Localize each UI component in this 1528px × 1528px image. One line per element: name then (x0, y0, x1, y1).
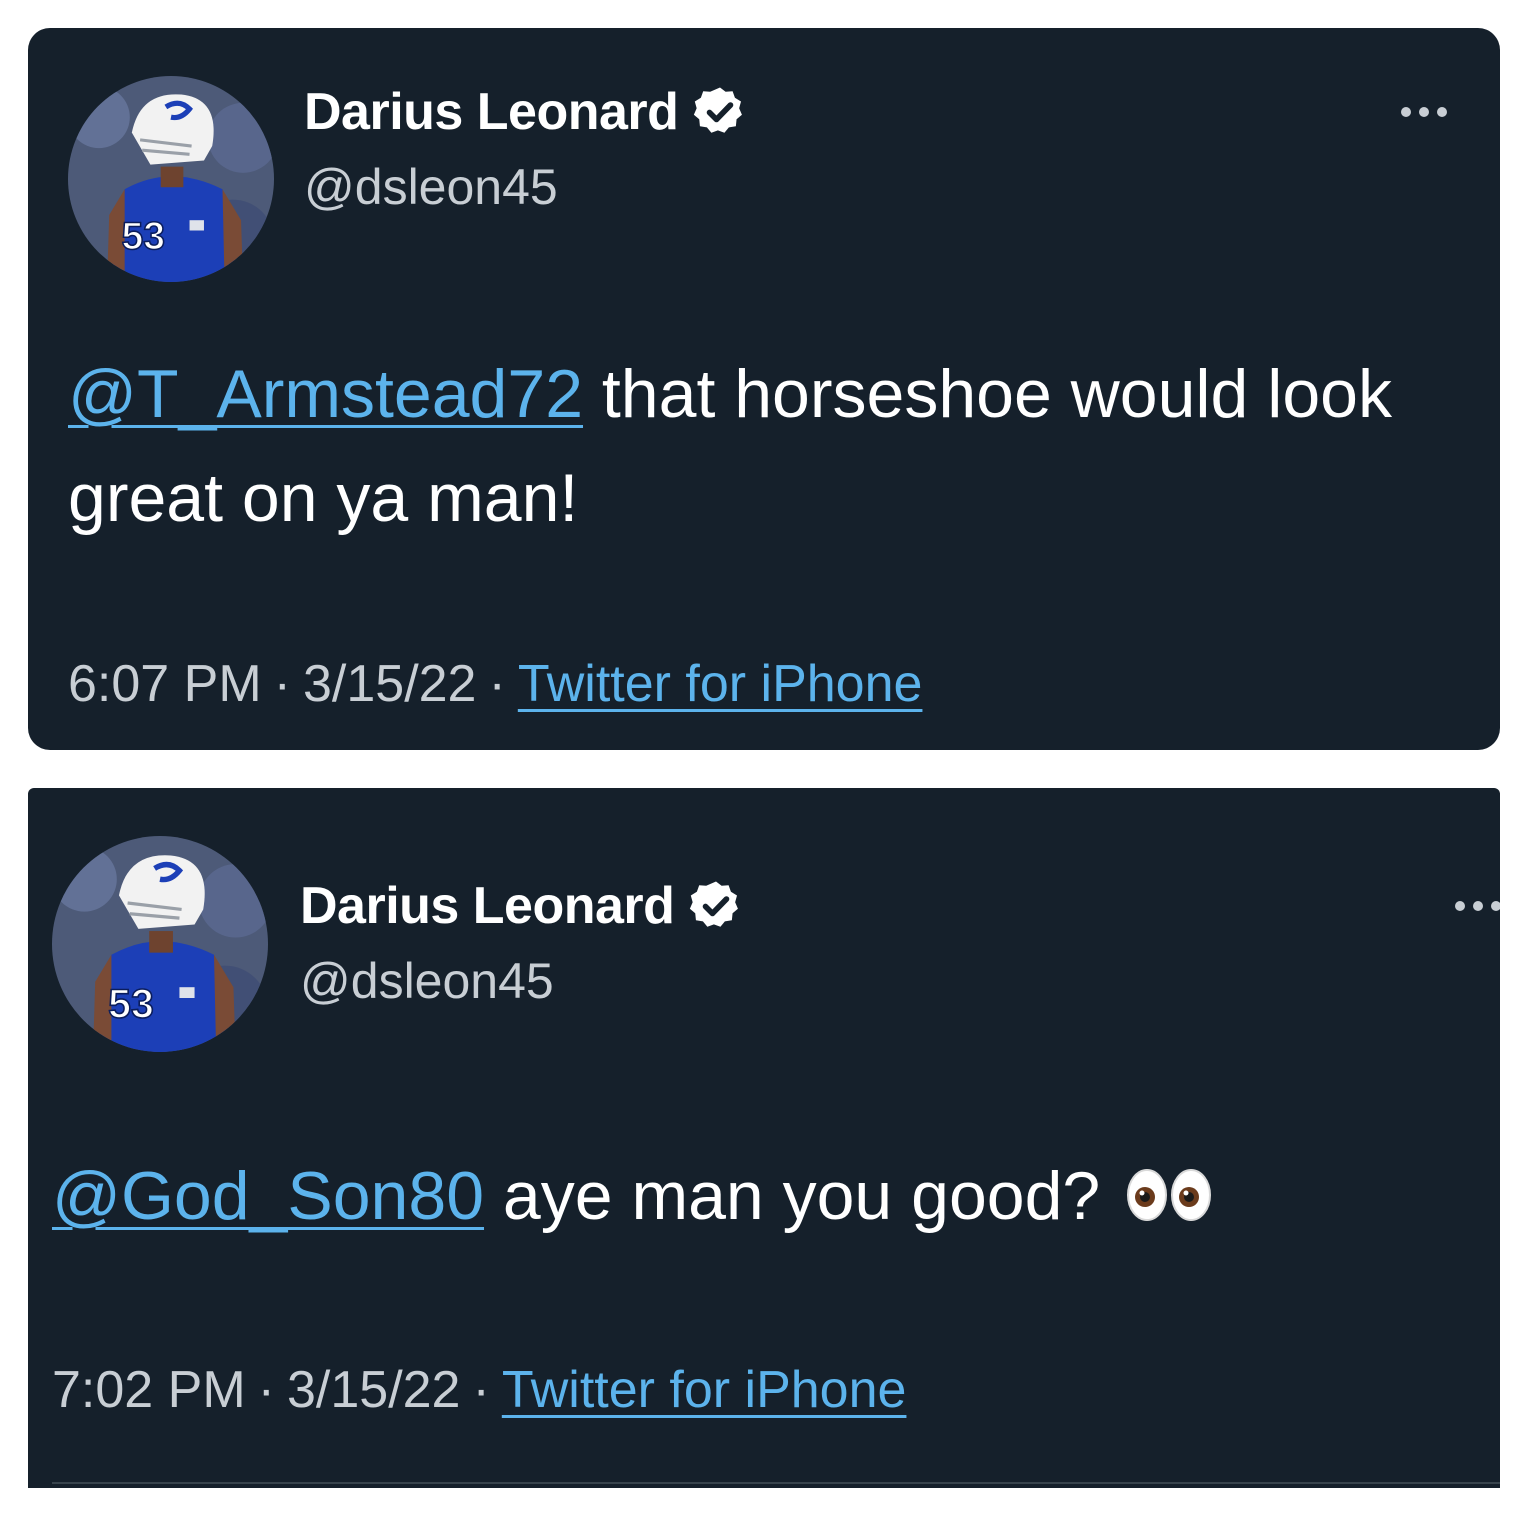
user-handle[interactable]: @dsleon45 (300, 952, 554, 1010)
tweet-date[interactable]: 3/15/22 (303, 655, 477, 713)
tweet-text: @God_Son80 aye man you good? (52, 1144, 1472, 1248)
tweet-metadata: 7:02 PM · 3/15/22 · Twitter for iPhone (52, 1360, 906, 1420)
tweet-body: aye man you good? (484, 1158, 1101, 1234)
mention-link[interactable]: @God_Son80 (52, 1158, 484, 1234)
mention-link[interactable]: @T_Armstead72 (68, 356, 583, 432)
jersey-number: 53 (108, 980, 154, 1026)
display-name[interactable]: Darius Leonard (300, 876, 744, 936)
tweet-time[interactable]: 7:02 PM (52, 1361, 246, 1419)
tweet-card[interactable]: 53 Darius Leonard @dsleon45 @T_Armstead7… (28, 28, 1500, 750)
tweet-time[interactable]: 6:07 PM (68, 655, 262, 713)
tweet-source-link[interactable]: Twitter for iPhone (518, 655, 923, 713)
display-name[interactable]: Darius Leonard (304, 82, 748, 142)
tweet-date[interactable]: 3/15/22 (287, 1361, 461, 1419)
meta-separator: · (273, 655, 291, 713)
avatar[interactable]: 53 (52, 836, 268, 1052)
divider (52, 1482, 1500, 1484)
display-name-text[interactable]: Darius Leonard (300, 876, 675, 936)
meta-separator: · (472, 1361, 490, 1419)
more-options-icon[interactable] (1446, 894, 1500, 918)
verified-badge-icon (692, 84, 748, 140)
display-name-text[interactable]: Darius Leonard (304, 82, 679, 142)
verified-badge-icon (688, 878, 744, 934)
meta-separator: · (257, 1361, 275, 1419)
jersey-number: 53 (122, 215, 166, 258)
tweet-metadata: 6:07 PM · 3/15/22 · Twitter for iPhone (68, 654, 922, 714)
tweet-text: @T_Armstead72 that horseshoe would look … (68, 342, 1428, 550)
user-handle[interactable]: @dsleon45 (304, 158, 558, 216)
more-options-icon[interactable] (1392, 100, 1456, 124)
meta-separator: · (488, 655, 506, 713)
tweet-card[interactable]: 53 Darius Leonard @dsleon45 @God_Son80 a… (28, 788, 1500, 1488)
eyes-icon (1125, 1167, 1213, 1223)
avatar[interactable]: 53 (68, 76, 274, 282)
tweet-source-link[interactable]: Twitter for iPhone (502, 1361, 907, 1419)
